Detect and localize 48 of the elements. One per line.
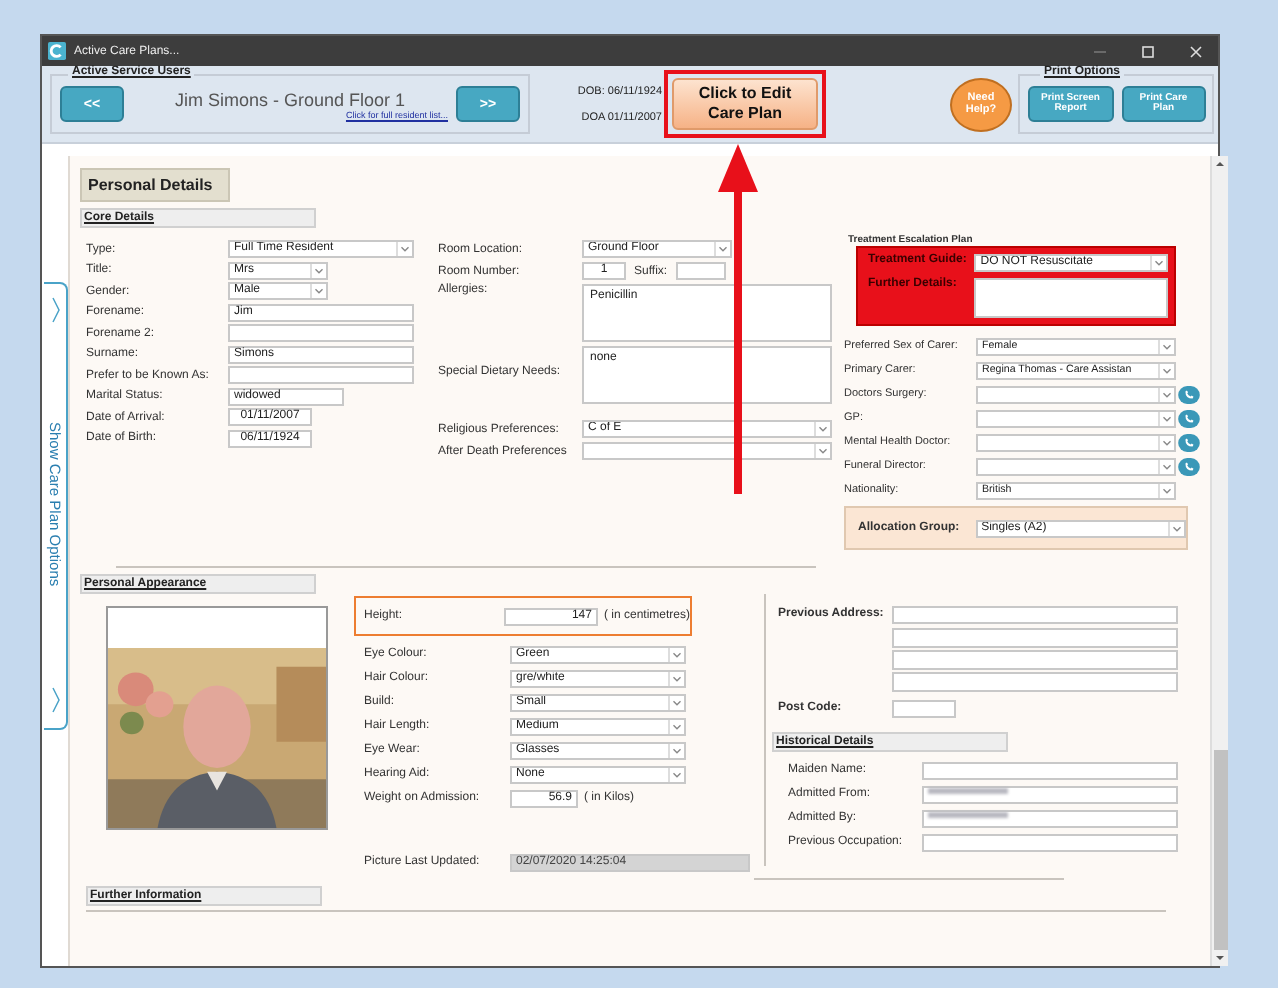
caret-icon (668, 767, 684, 781)
phone-icon[interactable] (1178, 409, 1200, 427)
caret-icon (714, 242, 730, 256)
text-field[interactable] (922, 761, 1178, 779)
dropdown[interactable] (582, 442, 832, 460)
caret-icon (814, 444, 830, 458)
text-field[interactable] (892, 672, 1178, 692)
phone-icon[interactable] (1178, 433, 1200, 451)
close-icon[interactable] (1186, 41, 1206, 61)
scrollbar[interactable] (1210, 156, 1228, 966)
caret-icon (1150, 256, 1166, 270)
caret-icon (396, 242, 412, 256)
phone-icon[interactable] (1178, 385, 1200, 403)
phone-icon[interactable] (1178, 457, 1200, 475)
blurred-text (928, 788, 1008, 795)
text-field[interactable] (892, 650, 1178, 670)
text-field[interactable] (892, 628, 1178, 648)
text-area[interactable] (974, 278, 1168, 318)
caret-icon (668, 719, 684, 733)
text-field[interactable] (675, 262, 726, 280)
caret-icon (1158, 411, 1174, 425)
text-field[interactable] (892, 699, 956, 717)
maximize-icon[interactable] (1138, 41, 1158, 61)
caret-icon (814, 422, 830, 436)
text-field[interactable] (228, 324, 414, 342)
app-icon (48, 42, 66, 60)
caret-icon (1158, 483, 1174, 497)
caret-icon (1158, 339, 1174, 353)
caret-icon (1168, 521, 1184, 535)
blurred-text (928, 812, 1008, 819)
caret-icon (668, 671, 684, 685)
text-field[interactable] (922, 809, 1178, 827)
caret-icon (310, 284, 326, 298)
text-field[interactable] (892, 605, 1178, 623)
caret-icon (668, 695, 684, 709)
edit-care-plan-button[interactable]: Click to Edit Care Plan (672, 78, 818, 130)
resident-name: Jim Simons - Ground Floor 1 (174, 89, 406, 109)
caret-icon (1158, 459, 1174, 473)
text-field[interactable] (228, 366, 414, 384)
caret-icon (668, 743, 684, 757)
caret-icon (310, 263, 326, 277)
text-field[interactable] (922, 833, 1178, 851)
text-field[interactable] (922, 785, 1178, 803)
caret-icon (1158, 387, 1174, 401)
scroll-up-icon[interactable] (1212, 156, 1228, 172)
caret-icon (1158, 435, 1174, 449)
caret-icon (668, 647, 684, 661)
caret-icon (1158, 363, 1174, 377)
